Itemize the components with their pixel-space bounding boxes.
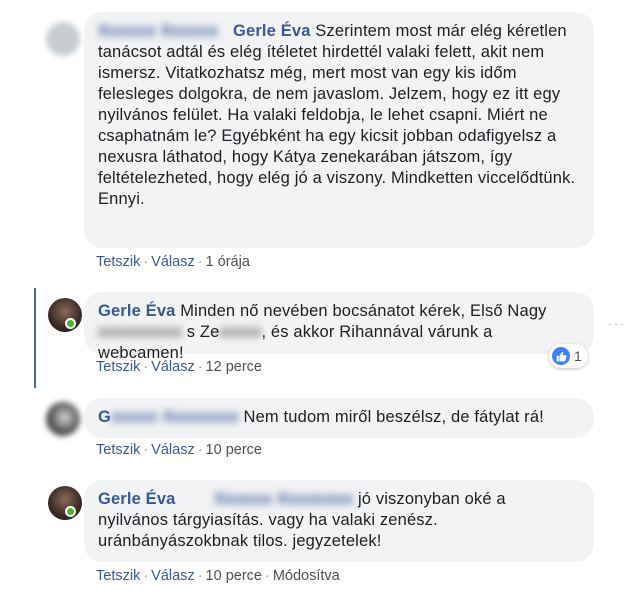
comment-author-redacted[interactable]: xxxxx Xxxxxxxx — [111, 408, 239, 426]
comment-text-part-1: Minden nő nevében bocsánatot kérek, Első… — [180, 302, 547, 320]
comment-2: Gerle Éva Minden nő nevében bocsánatot k… — [0, 288, 632, 388]
avatar[interactable] — [46, 402, 80, 436]
thumbs-up-icon — [552, 347, 570, 365]
more-options-icon[interactable]: ··· — [607, 316, 626, 334]
comment-actions: Tetszik · Válasz · 10 perce · Módosítva — [96, 568, 340, 584]
like-link[interactable]: Tetszik — [96, 254, 140, 270]
reaction-count: 1 — [574, 348, 582, 364]
separator-dot: · — [197, 568, 203, 584]
separator-dot: · — [197, 359, 203, 375]
timestamp[interactable]: 1 órája — [206, 254, 250, 270]
timestamp[interactable]: 10 perce — [206, 442, 262, 458]
separator-dot: · — [143, 359, 149, 375]
comment-bubble: Xxxxxx Xxxxxx Gerle Éva Szerintem most m… — [84, 12, 594, 248]
comment-actions: Tetszik · Válasz · 10 perce — [96, 442, 262, 458]
comment-bubble: Gerle Éva Xxxxxx Xxxxxxxx jó viszonyban … — [84, 480, 594, 562]
separator-dot: · — [143, 254, 149, 270]
comment-author-redacted[interactable]: Xxxxxx Xxxxxx — [98, 22, 218, 40]
redacted-text: xxxxxxxxxx — [98, 323, 182, 341]
avatar[interactable] — [46, 22, 80, 56]
comment-1: Xxxxxx Xxxxxx Gerle Éva Szerintem most m… — [0, 0, 632, 280]
comment-4: Gerle Éva Xxxxxx Xxxxxxxx jó viszonyban … — [0, 476, 632, 596]
comment-text-part-2: s Ze — [186, 323, 220, 341]
comment-text: Szerintem most már elég kéretlen tanácso… — [98, 22, 576, 208]
online-status-dot — [65, 506, 76, 517]
comment-bubble: Gerle Éva Minden nő nevében bocsánatot k… — [84, 292, 594, 362]
comment-actions: Tetszik · Válasz · 1 órája — [96, 254, 250, 270]
separator-dot: · — [197, 442, 203, 458]
timestamp[interactable]: 10 perce — [206, 568, 262, 584]
comment-bubble: Gxxxxx Xxxxxxxx Nem tudom miről beszélsz… — [84, 398, 594, 438]
reply-link[interactable]: Válasz — [151, 568, 195, 584]
reaction-badge[interactable]: 1 — [549, 344, 588, 368]
comment-3: Gxxxxx Xxxxxxxx Nem tudom miről beszélsz… — [0, 394, 632, 464]
redacted-text: xxxxx — [219, 323, 262, 341]
avatar[interactable] — [48, 486, 82, 520]
comment-actions: Tetszik · Válasz · 12 perce — [96, 359, 262, 375]
reply-link[interactable]: Válasz — [151, 359, 195, 375]
like-link[interactable]: Tetszik — [96, 442, 140, 458]
separator-dot: · — [264, 568, 270, 584]
comment-author[interactable]: Gerle Éva — [98, 302, 176, 320]
online-status-dot — [65, 318, 76, 329]
comment-author[interactable]: G — [98, 408, 111, 426]
like-link[interactable]: Tetszik — [96, 359, 140, 375]
reply-link[interactable]: Válasz — [151, 254, 195, 270]
avatar[interactable] — [48, 298, 82, 332]
separator-dot: · — [143, 568, 149, 584]
reply-link[interactable]: Válasz — [151, 442, 195, 458]
mentioned-author[interactable]: Gerle Éva — [233, 22, 311, 40]
comment-author[interactable]: Gerle Éva — [98, 490, 176, 508]
separator-dot: · — [197, 254, 203, 270]
like-link[interactable]: Tetszik — [96, 568, 140, 584]
comment-text: Nem tudom miről beszélsz, de fátylat rá! — [243, 408, 544, 426]
mentioned-user-redacted[interactable]: Xxxxxx Xxxxxxxx — [214, 490, 353, 508]
timestamp[interactable]: 12 perce — [206, 359, 262, 375]
edited-label[interactable]: Módosítva — [273, 568, 340, 584]
separator-dot: · — [143, 442, 149, 458]
